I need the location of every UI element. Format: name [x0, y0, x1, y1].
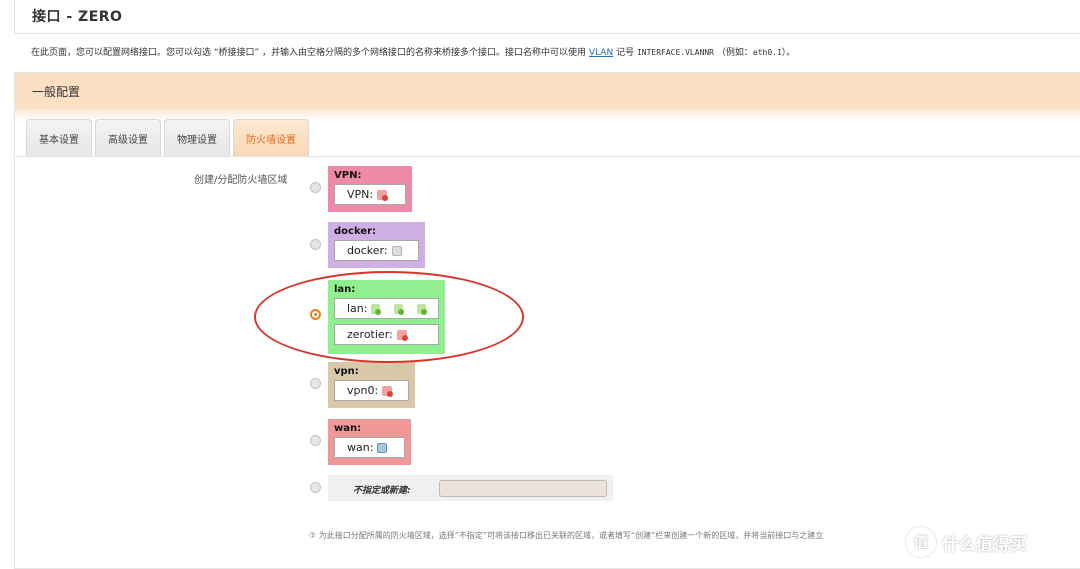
description-text: 在此页面，您可以配置网络接口。您可以勾选 “桥接接口” ，并输入由空格分隔的多个… — [31, 48, 589, 58]
zone-vpn-upper: VPN: VPN: — [328, 166, 412, 212]
section-title: 一般配置 — [32, 85, 81, 99]
zone-radio-new[interactable] — [310, 482, 321, 493]
watermark: 值 什么值得买 — [906, 527, 1027, 557]
interface-label: wan: — [347, 441, 374, 454]
tab-firewall-settings[interactable]: 防火墙设置 — [233, 119, 309, 157]
watermark-logo-icon: 值 — [906, 527, 936, 557]
interface-label: docker: — [347, 244, 388, 257]
description-text-3: （例如： — [714, 48, 753, 58]
zone-name: VPN: — [334, 170, 362, 181]
watermark-text: 什么值得买 — [942, 534, 1027, 555]
zone-lan: lan: lan: zerotier: — [328, 280, 445, 354]
tab-advanced-settings[interactable]: 高级设置 — [95, 119, 161, 157]
zone-name: lan: — [334, 284, 356, 295]
vlan-link[interactable]: VLAN — [589, 48, 613, 58]
zone-name: vpn: — [334, 366, 359, 377]
new-zone-label: 不指定或新建: — [353, 486, 411, 496]
network-port-icon — [394, 303, 404, 315]
zone-name: docker: — [334, 226, 377, 237]
interface-box-zerotier: zerotier: — [334, 324, 439, 345]
interface-label: vpn0: — [347, 384, 379, 397]
interface-label: VPN: — [347, 188, 374, 201]
interface-box-wan: wan: — [334, 437, 405, 458]
zone-radio-docker[interactable] — [310, 239, 321, 250]
interface-box-vpn: VPN: — [334, 184, 406, 205]
help-icon: ⑦ — [309, 531, 319, 540]
description-text-4: ）。 — [781, 48, 796, 58]
new-zone-input[interactable] — [439, 480, 607, 497]
page-header: 接口 - ZERO — [14, 0, 1080, 34]
page-description: 在此页面，您可以配置网络接口。您可以勾选 “桥接接口” ，并输入由空格分隔的多个… — [31, 45, 795, 58]
zone-vpn: vpn: vpn0: — [328, 362, 415, 408]
tab-basic-settings[interactable]: 基本设置 — [26, 119, 92, 157]
tab-physical-settings[interactable]: 物理设置 — [164, 119, 230, 157]
network-port-icon — [382, 385, 394, 397]
network-port-icon — [377, 442, 388, 453]
interface-box-vpn0: vpn0: — [334, 380, 409, 401]
tab-divider — [15, 156, 1080, 157]
network-port-icon — [396, 329, 408, 341]
zone-radio-vpn[interactable] — [310, 378, 321, 389]
zone-radio-lan[interactable] — [310, 309, 321, 320]
zone-wan: wan: wan: — [328, 419, 411, 465]
network-port-icon — [391, 245, 402, 256]
interface-label: zerotier: — [347, 328, 393, 341]
description-code: INTERFACE.VLANNR — [636, 48, 714, 57]
help-text-body: 为此接口分配所属的防火墙区域，选择“不指定”可将该接口移出已关联的区域，或者填写… — [318, 531, 824, 540]
network-port-icon — [371, 303, 381, 315]
new-zone-row: 不指定或新建: — [328, 475, 613, 501]
page-title: 接口 - ZERO — [32, 9, 123, 25]
description-code-2: eth0.1 — [752, 48, 782, 57]
zone-name: wan: — [334, 423, 362, 434]
section-header: 一般配置 — [15, 73, 1080, 109]
interface-label: lan: — [347, 302, 368, 315]
help-text: ⑦ 为此接口分配所属的防火墙区域，选择“不指定”可将该接口移出已关联的区域，或者… — [309, 530, 823, 541]
network-port-icon — [377, 189, 389, 201]
interface-box-docker: docker: — [334, 240, 419, 261]
zone-radio-vpn-upper[interactable] — [310, 182, 321, 193]
zone-radio-wan[interactable] — [310, 435, 321, 446]
zone-docker: docker: docker: — [328, 222, 425, 268]
description-text-2: 记号 — [613, 48, 637, 58]
network-port-icon — [417, 303, 427, 315]
interface-box-lan: lan: — [334, 298, 439, 319]
firewall-zone-label: 创建/分配防火墙区域 — [194, 175, 288, 186]
